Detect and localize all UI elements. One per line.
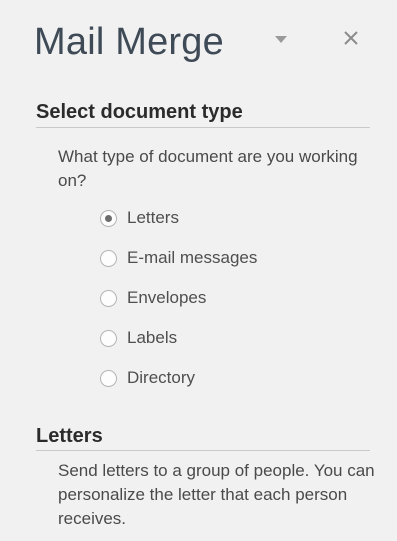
section-divider [36,450,370,451]
radio-option-email-messages[interactable]: E-mail messages [100,246,360,286]
document-type-radio-group: Letters E-mail messages Envelopes Labels… [100,206,360,406]
radio-label-labels: Labels [127,328,178,347]
dropdown-arrow-icon [275,36,287,43]
radio-option-envelopes[interactable]: Envelopes [100,286,360,326]
radio-button-directory[interactable] [100,370,117,387]
radio-button-envelopes[interactable] [100,290,117,307]
radio-label-directory: Directory [127,368,196,387]
radio-label-email-messages: E-mail messages [127,248,258,267]
radio-label-envelopes: Envelopes [127,288,207,307]
radio-button-email-messages[interactable] [100,250,117,267]
radio-option-labels[interactable]: Labels [100,326,360,366]
mail-merge-pane: Mail Merge Select document type What typ… [0,0,397,541]
radio-label-letters: Letters [127,208,179,227]
selection-info-heading: Letters [36,425,103,447]
radio-option-directory[interactable]: Directory [100,366,360,406]
radio-button-labels[interactable] [100,330,117,347]
task-pane-options-button[interactable] [271,30,291,50]
select-document-type-heading: Select document type [36,101,243,123]
radio-option-letters[interactable]: Letters [100,206,360,246]
close-button[interactable] [336,23,366,53]
document-type-question: What type of document are you working on… [58,147,358,190]
selection-description: Send letters to a group of people. You c… [58,461,375,528]
close-icon [344,31,358,45]
radio-button-letters[interactable] [100,210,117,227]
section-divider [36,127,370,128]
pane-title: Mail Merge [34,21,224,63]
